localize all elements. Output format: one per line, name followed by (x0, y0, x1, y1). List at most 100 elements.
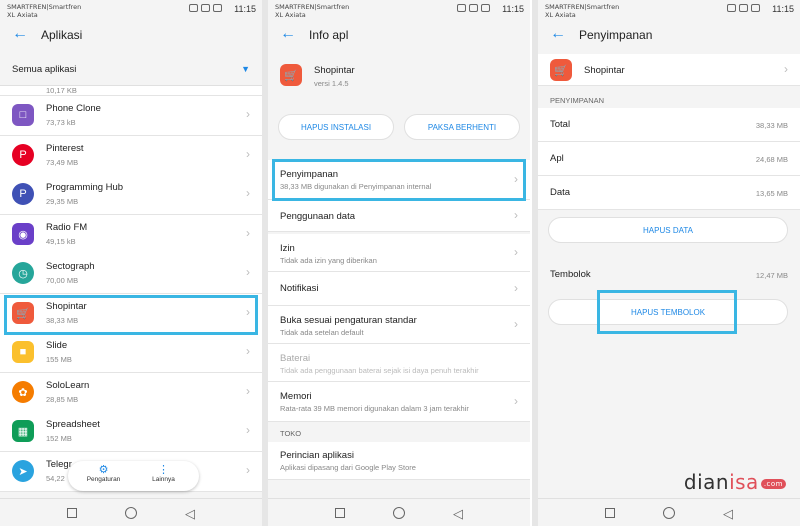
app-name: Pinterest (46, 143, 84, 154)
back-nav-icon[interactable]: ◁ (453, 506, 463, 522)
telegram-icon: ➤ (12, 460, 34, 482)
app-list-item[interactable]: ▦ Spreadsheet 152 MB › (0, 412, 262, 452)
info-row-title: Memori (280, 391, 312, 402)
status-icons (457, 4, 490, 12)
app-name: Spreadsheet (46, 419, 100, 430)
app-name: Sectograph (46, 261, 95, 272)
app-list-item[interactable]: P Pinterest 73,49 MB › (0, 136, 262, 176)
app-size: 73,49 MB (46, 158, 79, 167)
chevron-right-icon: › (246, 226, 250, 240)
status-bar: SMARTFREN|Smartfren XL Axiata 11:15 (538, 0, 800, 22)
app-list-item[interactable]: ◉ Radio FM 49,15 kB › (0, 215, 262, 255)
storage-screen: SMARTFREN|Smartfren XL Axiata 11:15 ← Pe… (538, 0, 800, 526)
home-nav-icon[interactable] (125, 507, 137, 519)
app-size: 54,22 (46, 474, 65, 483)
highlight-storage-row (272, 159, 526, 201)
app-filter-dropdown[interactable]: Semua aplikasi ▼ (0, 54, 262, 86)
app-list-item[interactable]: □ Phone Clone 73,73 kB › (0, 96, 262, 136)
app-name: Telegr (46, 459, 72, 470)
settings-label: Pengaturan (86, 476, 121, 483)
battery-icon (213, 4, 222, 12)
cache-label: Tembolok (550, 269, 591, 280)
carrier-primary: SMARTFREN|Smartfren (545, 3, 620, 11)
force-stop-button[interactable]: PAKSA BERHENTI (404, 114, 520, 140)
app-size: 49,15 kB (46, 237, 76, 246)
recents-nav-icon[interactable] (335, 508, 345, 518)
info-row[interactable]: Izin Tidak ada izin yang diberikan › (268, 234, 530, 272)
info-row: Baterai Tidak ada penggunaan baterai seja… (268, 344, 530, 382)
page-title: Info apl (309, 28, 349, 42)
info-row-title: Izin (280, 243, 295, 254)
back-arrow-icon[interactable]: ← (280, 26, 296, 42)
store-details-sub: Aplikasi dipasang dari Google Play Store (280, 463, 416, 472)
gear-icon: ⚙ (98, 464, 109, 476)
app-list-item[interactable]: ◷ Sectograph 70,00 MB › (0, 254, 262, 294)
chevron-right-icon: › (246, 186, 250, 200)
wifi-icon (201, 4, 210, 12)
total-row: Total 38,33 MB (538, 108, 800, 142)
recents-nav-icon[interactable] (67, 508, 77, 518)
apl-value: 24,68 MB (755, 155, 788, 164)
pinterest-icon: P (12, 144, 34, 166)
app-bar: ← Aplikasi (0, 22, 262, 50)
home-nav-icon[interactable] (663, 507, 675, 519)
total-label: Total (550, 119, 571, 130)
back-arrow-icon[interactable]: ← (12, 26, 28, 42)
app-name: Phone Clone (46, 103, 101, 114)
app-list-item[interactable]: ■ Slide 155 MB › (0, 333, 262, 373)
carrier-primary: SMARTFREN|Smartfren (275, 3, 350, 11)
store-details-row[interactable]: Perincian aplikasi Aplikasi dipasang dar… (268, 442, 530, 480)
info-row[interactable]: Notifikasi › (268, 272, 530, 306)
app-bar: ← Info apl (268, 22, 530, 50)
app-list-item[interactable]: P Programming Hub 29,35 MB › (0, 175, 262, 215)
info-row[interactable]: Penggunaan data › (268, 200, 530, 232)
chevron-right-icon: › (246, 147, 250, 161)
app-info-screen: SMARTFREN|Smartfren XL Axiata 11:15 ← In… (268, 0, 530, 526)
info-row-sub: Rata-rata 39 MB memori digunakan dalam 3… (280, 404, 469, 413)
chevron-right-icon: › (514, 208, 518, 222)
radio-fm-icon: ◉ (12, 223, 34, 245)
app-list-item[interactable]: ✿ SoloLearn 28,85 MB › (0, 373, 262, 413)
settings-button[interactable]: ⚙ Pengaturan (76, 464, 131, 483)
programming-hub-icon: P (12, 183, 34, 205)
more-button[interactable]: ⋮ Lainnya (136, 464, 191, 483)
watermark-text-2: isa (729, 470, 759, 494)
battery-icon (481, 4, 490, 12)
recents-nav-icon[interactable] (605, 508, 615, 518)
app-size: 70,00 MB (46, 276, 79, 285)
shopintar-icon: 🛒 (280, 64, 302, 86)
app-name: Programming Hub (46, 182, 124, 193)
chevron-right-icon: › (246, 463, 250, 477)
back-nav-icon[interactable]: ◁ (723, 506, 733, 522)
screenshot-collage: SMARTFREN|Smartfren XL Axiata 11:15 ← Ap… (0, 0, 800, 526)
total-value: 38,33 MB (755, 121, 788, 130)
app-name: Shopintar (584, 65, 625, 76)
back-nav-icon[interactable]: ◁ (185, 506, 195, 522)
clock: 11:15 (772, 4, 794, 14)
info-row-title: Penggunaan data (280, 211, 356, 222)
highlight-shopintar-row (4, 295, 258, 335)
nav-bar: ◁ (538, 498, 800, 526)
home-nav-icon[interactable] (393, 507, 405, 519)
carrier-secondary: XL Axiata (545, 11, 576, 19)
app-size: 155 MB (46, 355, 72, 364)
info-row[interactable]: Buka sesuai pengaturan standar Tidak ada … (268, 306, 530, 344)
app-size: 152 MB (46, 434, 72, 443)
store-details-title: Perincian aplikasi (280, 450, 354, 461)
apl-label: Apl (550, 153, 564, 164)
status-icons (189, 4, 222, 12)
nav-bar: ◁ (268, 498, 530, 526)
more-vertical-icon: ⋮ (158, 464, 169, 476)
app-header-row[interactable]: 🛒 Shopintar › (538, 54, 800, 86)
sectograph-icon: ◷ (12, 262, 34, 284)
info-row[interactable]: Memori Rata-rata 39 MB memori digunakan d… (268, 382, 530, 422)
signal-icon (189, 4, 198, 12)
wifi-icon (469, 4, 478, 12)
data-row: Data 13,65 MB (538, 176, 800, 210)
app-size: 28,85 MB (46, 395, 79, 404)
uninstall-button[interactable]: HAPUS INSTALASI (278, 114, 394, 140)
watermark-logo: dianisa .com (684, 470, 786, 494)
list-item-partial: 10,17 KB (0, 86, 262, 96)
clear-data-button[interactable]: HAPUS DATA (548, 217, 788, 243)
back-arrow-icon[interactable]: ← (550, 26, 566, 42)
